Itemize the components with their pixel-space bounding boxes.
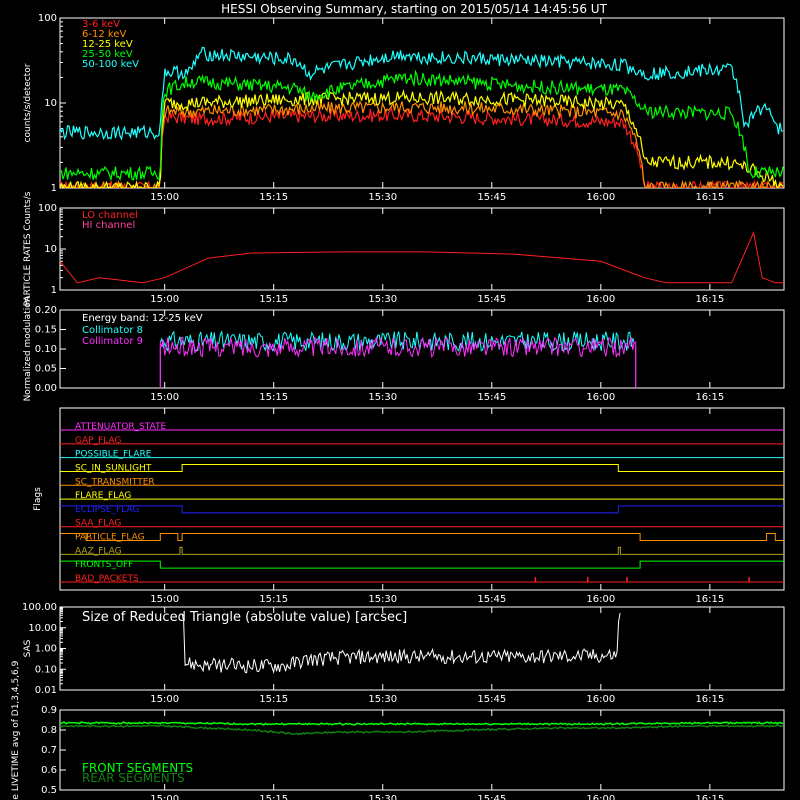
x-tick-label-2-2: 15:30: [368, 392, 397, 403]
x-tick-label-4-1: 15:15: [259, 694, 288, 705]
legend-entry-modulation-1: Collimator 9: [82, 336, 143, 347]
flag-label-11: BAD_PACKETS: [75, 574, 139, 584]
x-tick-label-4-3: 15:45: [477, 694, 506, 705]
x-tick-label-1-5: 16:15: [695, 294, 724, 305]
x-tick-label-2-4: 16:00: [586, 392, 615, 403]
x-tick-label-5-0: 15:00: [150, 794, 179, 800]
x-tick-label-3-5: 16:15: [695, 594, 724, 605]
y-tick-label-4-4: 100.00: [22, 602, 57, 613]
flag-label-10: FRONTS_OFF: [75, 560, 133, 570]
flag-label-3: SC_IN_SUNLIGHT: [75, 463, 152, 473]
y-tick-label-1-0: 1: [51, 285, 57, 296]
legend-entry-livetime-1: REAR SEGMENTS: [82, 771, 185, 785]
y-axis-label-0: counts/s/detector: [23, 63, 33, 142]
y-axis-label-4: SAS: [23, 639, 33, 657]
y-tick-label-4-3: 10.00: [28, 623, 57, 634]
x-tick-label-4-0: 15:00: [150, 694, 179, 705]
y-tick-label-1-2: 100: [38, 203, 57, 214]
legend-entry-sas-0: Size of Reduced Triangle (absolute value…: [82, 610, 407, 625]
y-axis-label-3: Flags: [33, 487, 43, 511]
flag-label-8: PARTICLE_FLAG: [75, 533, 145, 543]
y-tick-label-1-1: 10: [44, 244, 57, 255]
flag-label-4: SC_TRANSMITTER: [75, 477, 155, 487]
y-tick-label-5-0: 0.5: [41, 785, 57, 796]
x-tick-label-5-2: 15:30: [368, 794, 397, 800]
x-tick-label-2-1: 15:15: [259, 392, 288, 403]
figure-background: [0, 0, 800, 800]
x-tick-label-0-0: 15:00: [150, 192, 179, 203]
hessi-summary-figure: HESSI Observing Summary, starting on 201…: [0, 0, 800, 800]
x-tick-label-5-4: 16:00: [586, 794, 615, 800]
y-axis-label-2: Normalized modulation: [23, 297, 33, 402]
x-tick-label-2-3: 15:45: [477, 392, 506, 403]
flag-label-0: ATTENUATOR_STATE: [75, 422, 167, 432]
flag-label-1: GAP_FLAG: [75, 436, 121, 446]
x-tick-label-0-5: 16:15: [695, 192, 724, 203]
y-tick-label-0-0: 1: [51, 183, 57, 194]
x-tick-label-0-4: 16:00: [586, 192, 615, 203]
y-tick-label-5-2: 0.7: [41, 745, 57, 756]
y-tick-label-2-2: 0.10: [35, 344, 57, 355]
y-tick-label-2-1: 0.05: [35, 364, 57, 375]
x-tick-label-0-3: 15:45: [477, 192, 506, 203]
y-tick-label-5-3: 0.8: [41, 725, 57, 736]
legend-entry-modulation-0: Collimator 8: [82, 325, 143, 336]
flag-label-7: SAA_FLAG: [75, 519, 121, 529]
y-tick-label-0-2: 100: [38, 13, 57, 24]
x-tick-label-0-2: 15:30: [368, 192, 397, 203]
x-tick-label-2-0: 15:00: [150, 392, 179, 403]
flag-label-9: AAZ_FLAG: [75, 546, 122, 556]
flag-label-6: ECLIPSE_FLAG: [75, 505, 139, 515]
x-tick-label-1-2: 15:30: [368, 294, 397, 305]
x-tick-label-3-0: 15:00: [150, 594, 179, 605]
y-tick-label-2-0: 0.00: [35, 383, 57, 394]
x-tick-label-4-5: 16:15: [695, 694, 724, 705]
y-tick-label-2-3: 0.15: [35, 325, 57, 336]
x-tick-label-5-3: 15:45: [477, 794, 506, 800]
x-tick-label-3-2: 15:30: [368, 594, 397, 605]
x-tick-label-5-1: 15:15: [259, 794, 288, 800]
y-tick-label-4-1: 0.10: [35, 664, 57, 675]
y-tick-label-5-4: 0.9: [41, 705, 57, 716]
x-tick-label-1-1: 15:15: [259, 294, 288, 305]
y-axis-label-1: PARTICLE RATES Counts/s: [23, 191, 33, 306]
x-tick-label-3-3: 15:45: [477, 594, 506, 605]
x-tick-label-0-1: 15:15: [259, 192, 288, 203]
x-tick-label-1-3: 15:45: [477, 294, 506, 305]
flag-label-2: POSSIBLE_FLARE: [75, 450, 152, 460]
legend-entry-particle-1: HI channel: [82, 220, 135, 231]
y-tick-label-2-4: 0.20: [35, 305, 57, 316]
x-tick-label-1-0: 15:00: [150, 294, 179, 305]
y-tick-label-4-0: 0.01: [35, 685, 57, 696]
x-tick-label-4-4: 16:00: [586, 694, 615, 705]
y-tick-label-0-1: 10: [44, 98, 57, 109]
y-axis-label-5: Mon. Rate LIVETIME avg of D1,3,4,5,6,9: [11, 660, 21, 800]
legend-entry-counts-4: 50-100 keV: [82, 59, 139, 70]
x-tick-label-3-4: 16:00: [586, 594, 615, 605]
x-tick-label-1-4: 16:00: [586, 294, 615, 305]
figure-title: HESSI Observing Summary, starting on 201…: [221, 2, 607, 16]
flag-label-5: FLARE_FLAG: [75, 491, 131, 501]
energy-band-label: Energy band: 12-25 keV: [82, 313, 203, 324]
x-tick-label-3-1: 15:15: [259, 594, 288, 605]
x-tick-label-2-5: 16:15: [695, 392, 724, 403]
x-tick-label-4-2: 15:30: [368, 694, 397, 705]
y-tick-label-5-1: 0.6: [41, 765, 57, 776]
x-tick-label-5-5: 16:15: [695, 794, 724, 800]
y-tick-label-4-2: 1.00: [35, 644, 57, 655]
